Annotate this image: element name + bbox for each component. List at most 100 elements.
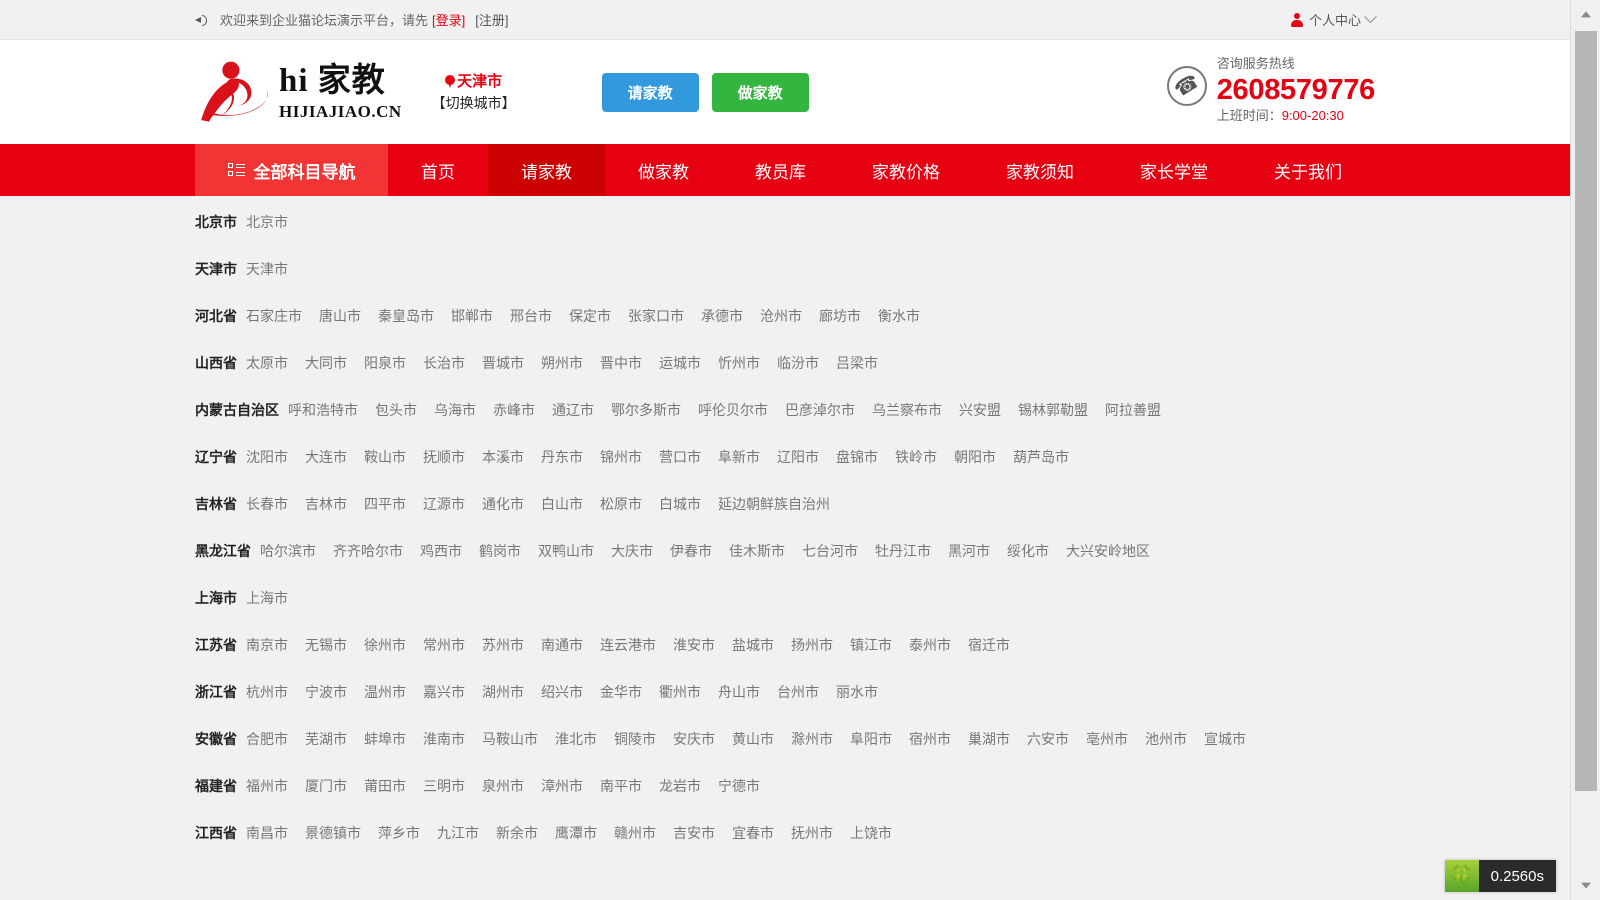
- request-tutor-button[interactable]: 请家教: [601, 72, 699, 112]
- city-link[interactable]: 承德市: [701, 306, 743, 326]
- city-link[interactable]: 淮北市: [555, 729, 597, 749]
- city-link[interactable]: 绍兴市: [541, 682, 583, 702]
- city-link[interactable]: 衡水市: [878, 306, 920, 326]
- city-link[interactable]: 萍乡市: [378, 823, 420, 843]
- all-subjects-nav[interactable]: 全部科目导航: [195, 144, 388, 196]
- city-link[interactable]: 沧州市: [760, 306, 802, 326]
- city-link[interactable]: 双鸭山市: [538, 541, 594, 561]
- city-link[interactable]: 厦门市: [305, 776, 347, 796]
- city-link[interactable]: 上海市: [246, 588, 288, 608]
- city-link[interactable]: 蚌埠市: [364, 729, 406, 749]
- city-selector[interactable]: 天津市 【切换城市】: [432, 71, 516, 113]
- city-link[interactable]: 鸡西市: [420, 541, 462, 561]
- city-link[interactable]: 鄂尔多斯市: [611, 400, 681, 420]
- city-link[interactable]: 阜阳市: [850, 729, 892, 749]
- city-link[interactable]: 扬州市: [791, 635, 833, 655]
- city-link[interactable]: 盘锦市: [836, 447, 878, 467]
- site-logo[interactable]: hi 家教 HIJIAJIAO.CN: [195, 59, 402, 125]
- city-link[interactable]: 阿拉善盟: [1105, 400, 1161, 420]
- city-link[interactable]: 邢台市: [510, 306, 552, 326]
- city-link[interactable]: 泰州市: [909, 635, 951, 655]
- nav-item-1[interactable]: 请家教: [488, 144, 605, 196]
- city-link[interactable]: 福州市: [246, 776, 288, 796]
- city-link[interactable]: 四平市: [364, 494, 406, 514]
- city-link[interactable]: 呼伦贝尔市: [698, 400, 768, 420]
- nav-item-0[interactable]: 首页: [388, 144, 488, 196]
- city-link[interactable]: 晋城市: [482, 353, 524, 373]
- city-link[interactable]: 朔州市: [541, 353, 583, 373]
- city-link[interactable]: 丽水市: [836, 682, 878, 702]
- city-link[interactable]: 无锡市: [305, 635, 347, 655]
- city-link[interactable]: 运城市: [659, 353, 701, 373]
- city-link[interactable]: 兴安盟: [959, 400, 1001, 420]
- city-link[interactable]: 南通市: [541, 635, 583, 655]
- city-link[interactable]: 常州市: [423, 635, 465, 655]
- city-link[interactable]: 安庆市: [673, 729, 715, 749]
- city-link[interactable]: 芜湖市: [305, 729, 347, 749]
- city-link[interactable]: 黄山市: [732, 729, 774, 749]
- city-link[interactable]: 黑河市: [948, 541, 990, 561]
- city-link[interactable]: 长春市: [246, 494, 288, 514]
- city-link[interactable]: 本溪市: [482, 447, 524, 467]
- nav-item-3[interactable]: 教员库: [722, 144, 839, 196]
- nav-item-7[interactable]: 关于我们: [1241, 144, 1375, 196]
- city-link[interactable]: 晋中市: [600, 353, 642, 373]
- city-link[interactable]: 齐齐哈尔市: [333, 541, 403, 561]
- city-link[interactable]: 白山市: [541, 494, 583, 514]
- city-link[interactable]: 苏州市: [482, 635, 524, 655]
- scrollbar-thumb[interactable]: [1575, 31, 1597, 791]
- city-link[interactable]: 秦皇岛市: [378, 306, 434, 326]
- city-link[interactable]: 连云港市: [600, 635, 656, 655]
- city-link[interactable]: 乌海市: [434, 400, 476, 420]
- city-link[interactable]: 北京市: [246, 212, 288, 232]
- city-link[interactable]: 台州市: [777, 682, 819, 702]
- city-link[interactable]: 马鞍山市: [482, 729, 538, 749]
- city-link[interactable]: 赣州市: [614, 823, 656, 843]
- nav-item-2[interactable]: 做家教: [605, 144, 722, 196]
- city-link[interactable]: 大兴安岭地区: [1066, 541, 1150, 561]
- performance-badge[interactable]: 🍀 0.2560s: [1444, 860, 1556, 892]
- city-link[interactable]: 杭州市: [246, 682, 288, 702]
- city-link[interactable]: 宁波市: [305, 682, 347, 702]
- city-link[interactable]: 邯郸市: [451, 306, 493, 326]
- city-link[interactable]: 朝阳市: [954, 447, 996, 467]
- city-link[interactable]: 宿迁市: [968, 635, 1010, 655]
- city-link[interactable]: 湖州市: [482, 682, 524, 702]
- city-link[interactable]: 温州市: [364, 682, 406, 702]
- city-link[interactable]: 牡丹江市: [875, 541, 931, 561]
- city-link[interactable]: 莆田市: [364, 776, 406, 796]
- city-link[interactable]: 宁德市: [718, 776, 760, 796]
- city-link[interactable]: 大庆市: [611, 541, 653, 561]
- city-link[interactable]: 锡林郭勒盟: [1018, 400, 1088, 420]
- city-link[interactable]: 漳州市: [541, 776, 583, 796]
- city-link[interactable]: 淮安市: [673, 635, 715, 655]
- city-link[interactable]: 太原市: [246, 353, 288, 373]
- city-link[interactable]: 鞍山市: [364, 447, 406, 467]
- city-link[interactable]: 抚顺市: [423, 447, 465, 467]
- login-link[interactable]: [登录]: [432, 10, 465, 29]
- city-link[interactable]: 石家庄市: [246, 306, 302, 326]
- city-link[interactable]: 忻州市: [718, 353, 760, 373]
- city-link[interactable]: 保定市: [569, 306, 611, 326]
- city-link[interactable]: 临汾市: [777, 353, 819, 373]
- city-link[interactable]: 阜新市: [718, 447, 760, 467]
- city-link[interactable]: 辽源市: [423, 494, 465, 514]
- city-link[interactable]: 鹤岗市: [479, 541, 521, 561]
- city-link[interactable]: 铁岭市: [895, 447, 937, 467]
- city-link[interactable]: 宜春市: [732, 823, 774, 843]
- city-link[interactable]: 辽阳市: [777, 447, 819, 467]
- city-link[interactable]: 新余市: [496, 823, 538, 843]
- city-link[interactable]: 嘉兴市: [423, 682, 465, 702]
- city-link[interactable]: 锦州市: [600, 447, 642, 467]
- city-link[interactable]: 合肥市: [246, 729, 288, 749]
- city-link[interactable]: 舟山市: [718, 682, 760, 702]
- city-link[interactable]: 白城市: [659, 494, 701, 514]
- city-link[interactable]: 盐城市: [732, 635, 774, 655]
- city-link[interactable]: 景德镇市: [305, 823, 361, 843]
- city-link[interactable]: 伊春市: [670, 541, 712, 561]
- city-link[interactable]: 葫芦岛市: [1013, 447, 1069, 467]
- city-link[interactable]: 六安市: [1027, 729, 1069, 749]
- city-link[interactable]: 长治市: [423, 353, 465, 373]
- city-link[interactable]: 阳泉市: [364, 353, 406, 373]
- city-link[interactable]: 大同市: [305, 353, 347, 373]
